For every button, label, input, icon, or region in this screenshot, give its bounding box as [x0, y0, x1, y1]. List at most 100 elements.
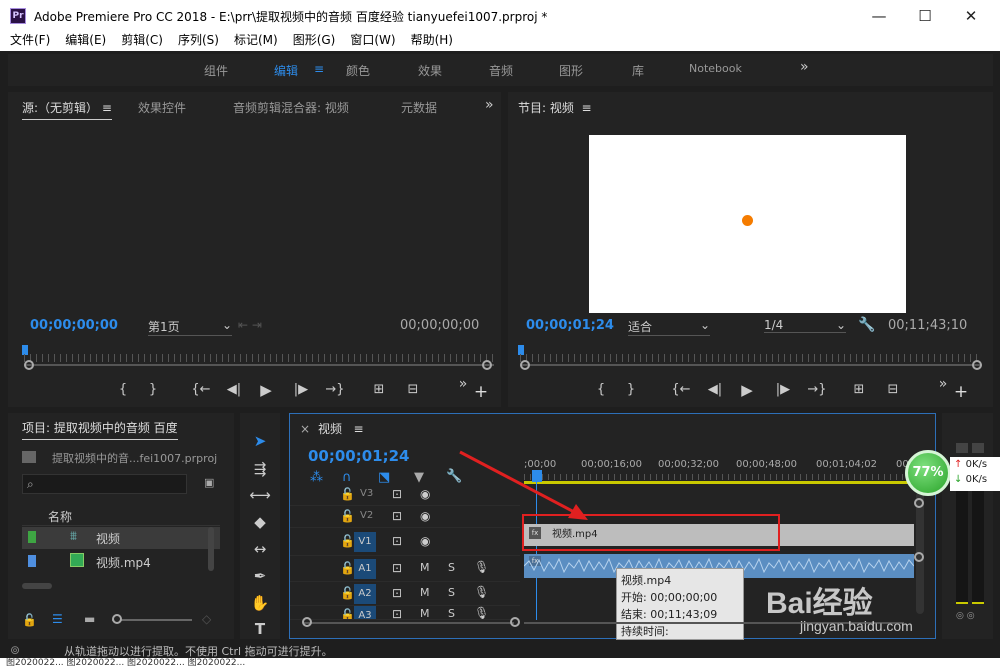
workspace-audio[interactable]: 音频 [489, 62, 513, 79]
pen-tool-icon[interactable]: ✒ [248, 567, 272, 587]
list-view-icon[interactable]: ☰ [52, 612, 63, 626]
vscroll-handle-bottom[interactable] [914, 552, 924, 562]
tab-effect-controls[interactable]: 效果控件 [138, 99, 186, 116]
source-scrollbar[interactable] [24, 364, 494, 366]
workspace-assembly[interactable]: 组件 [204, 62, 228, 79]
source-zoom-handle-right[interactable] [482, 360, 492, 370]
workspace-libraries[interactable]: 库 [632, 62, 644, 79]
type-tool-icon[interactable]: T [248, 620, 272, 640]
new-bin-search-icon[interactable]: ▣ [204, 476, 220, 490]
eye-icon[interactable]: ◉ [420, 534, 430, 548]
program-go-in-button[interactable]: {← [668, 382, 694, 397]
source-page-select[interactable]: 第1页 ⌄ [148, 318, 232, 336]
minimize-button[interactable]: — [856, 0, 902, 32]
program-timecode-left[interactable]: 00;00;01;24 [526, 318, 614, 333]
sync-lock-icon[interactable]: ⊡ [392, 487, 402, 501]
sort-icon[interactable]: ◇ [202, 612, 211, 626]
hand-tool-icon[interactable]: ✋ [248, 594, 272, 614]
program-video-frame[interactable] [589, 135, 906, 313]
nest-icon[interactable]: ⁂ [310, 470, 323, 485]
source-timecode-left[interactable]: 00;00;00;00 [30, 318, 118, 333]
close-button[interactable]: ✕ [948, 0, 994, 32]
tab-metadata[interactable]: 元数据 [401, 99, 437, 116]
microphone-icon[interactable]: 🎙 [474, 606, 489, 619]
ripple-edit-tool-icon[interactable]: ⟷ [248, 486, 272, 506]
timeline-hscrollbar-left[interactable] [304, 622, 514, 624]
icon-view-icon[interactable]: ▬ [84, 612, 95, 626]
menu-help[interactable]: 帮助(H) [401, 32, 458, 51]
menu-markers[interactable]: 标记(M) [224, 32, 283, 51]
track-a3[interactable]: 🔓 A3 ⊡ M S 🎙 [290, 606, 520, 620]
list-item[interactable]: ⩩ 视频 [22, 527, 220, 549]
lock-track-icon[interactable]: 🔓 [340, 608, 355, 619]
lock-icon[interactable]: 🔓 [22, 613, 37, 627]
workspace-color[interactable]: 颜色 [346, 62, 370, 79]
source-play-button[interactable]: ▶ [255, 381, 277, 399]
program-play-button[interactable]: ▶ [736, 381, 758, 399]
source-step-forward-button[interactable]: |▶ [288, 382, 314, 397]
lock-track-icon[interactable]: 🔓 [340, 534, 355, 548]
source-mark-in-button[interactable]: { [112, 382, 134, 397]
add-marker-icon[interactable]: ▼ [414, 470, 424, 485]
sync-lock-icon[interactable]: ⊡ [392, 534, 402, 548]
workspace-notebook[interactable]: Notebook [689, 62, 742, 75]
performance-gauge[interactable]: 77% [905, 450, 951, 496]
track-v1[interactable]: 🔓 V1 ⊡ ◉ [290, 528, 520, 556]
lock-track-icon[interactable]: 🔓 [340, 509, 355, 523]
project-hscrollbar[interactable] [22, 583, 52, 589]
track-a1[interactable]: 🔓 A1 ⊡ M S 🎙 [290, 556, 520, 582]
eye-icon[interactable]: ◉ [420, 509, 430, 523]
hscroll-handle-left[interactable] [302, 617, 312, 627]
eye-icon[interactable]: ◉ [420, 487, 430, 501]
program-zoom-handle-left[interactable] [520, 360, 530, 370]
vscroll-handle-top[interactable] [914, 498, 924, 508]
mute-button[interactable]: M [420, 586, 430, 599]
program-scrollbar[interactable] [520, 364, 982, 366]
program-title[interactable]: 节目: 视频 ≡ [518, 99, 592, 116]
project-search-input[interactable]: ⌕ [22, 474, 187, 494]
wrench-icon[interactable]: 🔧 [858, 317, 875, 333]
lock-track-icon[interactable]: 🔓 [340, 586, 355, 600]
project-title[interactable]: 项目: 提取视频中的音频 百度 [22, 419, 178, 440]
maximize-button[interactable]: ☐ [902, 0, 948, 32]
tab-source[interactable]: 源:（无剪辑） ≡ [22, 99, 112, 120]
list-item[interactable]: 视频.mp4 [22, 551, 220, 573]
slip-tool-icon[interactable]: ↔ [248, 540, 272, 560]
razor-tool-icon[interactable]: ◆ [248, 513, 272, 533]
sync-lock-icon[interactable]: ⊡ [392, 509, 402, 523]
program-zoom-handle-right[interactable] [972, 360, 982, 370]
menu-edit[interactable]: 编辑(E) [55, 32, 111, 51]
workspace-editing[interactable]: 编辑 [274, 62, 298, 79]
timeline-tab[interactable]: 视频 ≡ [318, 420, 364, 437]
lock-track-icon[interactable]: 🔓 [340, 561, 355, 575]
track-target-a1[interactable]: A1 [354, 559, 376, 579]
source-more-icon[interactable]: » [485, 97, 494, 113]
track-target-a3[interactable]: A3 [354, 606, 376, 619]
workspace-menu-icon[interactable]: ≡ [314, 62, 324, 76]
source-ruler[interactable] [24, 354, 494, 362]
hscroll-handle-mid[interactable] [510, 617, 520, 627]
source-zoom-handle-left[interactable] [24, 360, 34, 370]
program-fit-select[interactable]: 适合 ⌄ [628, 318, 710, 336]
source-step-back-button[interactable]: ◀| [221, 382, 247, 397]
workspace-graphics[interactable]: 图形 [559, 62, 583, 79]
program-resolution-select[interactable]: 1/4 ⌄ [764, 318, 846, 333]
microphone-icon[interactable]: 🎙 [474, 560, 489, 574]
source-add-button[interactable]: + [470, 382, 492, 402]
microphone-icon[interactable]: 🎙 [474, 585, 489, 599]
solo-button[interactable]: S [448, 561, 455, 574]
menu-graphics[interactable]: 图形(G) [283, 32, 341, 51]
snap-icon[interactable]: ∩ [342, 470, 352, 485]
timeline-timecode[interactable]: 00;00;01;24 [308, 447, 410, 465]
source-go-in-button[interactable]: {← [188, 382, 214, 397]
program-ruler[interactable] [520, 354, 982, 362]
workspace-more-icon[interactable]: » [800, 59, 809, 75]
menu-clip[interactable]: 剪辑(C) [111, 32, 168, 51]
track-target-v1[interactable]: V1 [354, 532, 376, 552]
program-mark-out-button[interactable]: } [620, 382, 642, 397]
workspace-effects[interactable]: 效果 [418, 62, 442, 79]
solo-button[interactable]: S [448, 586, 455, 599]
project-column-header[interactable]: 名称 [22, 506, 220, 526]
program-step-forward-button[interactable]: |▶ [770, 382, 796, 397]
sync-lock-icon[interactable]: ⊡ [392, 586, 402, 600]
